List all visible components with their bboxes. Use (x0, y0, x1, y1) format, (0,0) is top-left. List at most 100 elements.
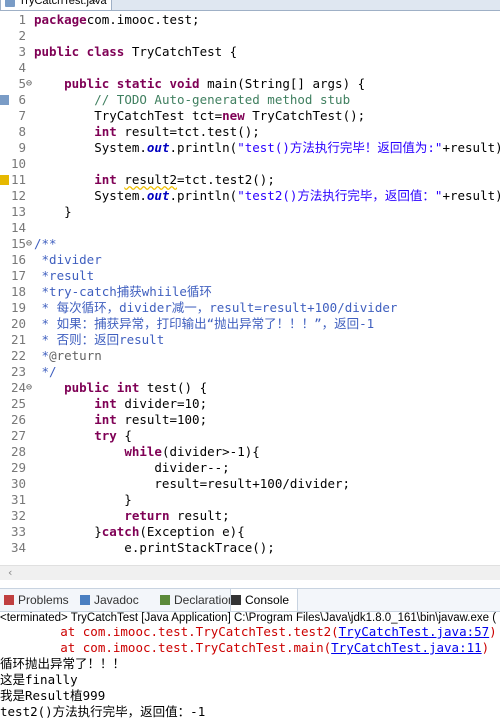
code-line[interactable]: 27 try { (0, 428, 500, 444)
code-line[interactable]: 7 TryCatchTest tct=new TryCatchTest(); (0, 108, 500, 124)
code-token: test() { (139, 380, 208, 395)
code-token: ) (489, 627, 497, 639)
console-line: at com.imooc.test.TryCatchTest.test2(Try… (0, 627, 497, 640)
scroll-left-arrow-icon[interactable]: ‹ (8, 566, 12, 580)
code-line[interactable]: 1 packagecom.imooc.test; (0, 12, 500, 28)
code-line[interactable]: 29 divider--; (0, 460, 500, 476)
code-line[interactable]: 19 * 每次循环，divider减一，result=result+100/di… (0, 300, 500, 316)
code-token: System. (34, 140, 147, 155)
code-token: try (94, 428, 117, 443)
tab-declaration[interactable]: Declaration (160, 589, 235, 611)
code-line[interactable]: 10 (0, 156, 500, 172)
code-text: } (34, 492, 132, 508)
line-number: 15 (10, 236, 26, 251)
code-line[interactable]: 18 *try-catch捕获whiile循环 (0, 284, 500, 300)
line-number: 13 (10, 204, 26, 219)
code-line[interactable]: 4 (0, 60, 500, 76)
line-number: 12 (10, 188, 26, 203)
line-number: 32 (10, 508, 26, 523)
code-line[interactable]: 26 int result=100; (0, 412, 500, 428)
line-number: 31 (10, 492, 26, 507)
code-line[interactable]: 17 *result (0, 268, 500, 284)
code-text: int result=tct.test(); (34, 124, 260, 140)
code-token: result; (169, 508, 230, 523)
line-number: 18 (10, 284, 26, 299)
tab-console[interactable]: Console (230, 589, 298, 611)
code-token: com.imooc.test; (86, 12, 200, 27)
code-line[interactable]: 25 int divider=10; (0, 396, 500, 412)
code-token: } (34, 524, 102, 539)
fold-toggle-icon[interactable]: ⊖ (26, 236, 32, 252)
line-number: 1 (18, 12, 26, 27)
code-line[interactable]: 20 * 如果：捕获异常，打印输出“抛出异常了！！！”，返回-1 (0, 316, 500, 332)
code-line[interactable]: 22 *@return (0, 348, 500, 364)
code-line[interactable]: 5 ⊖ public static void main(String[] args… (0, 76, 500, 92)
code-token: (Exception e){ (139, 524, 245, 539)
code-token: *divider (34, 252, 102, 267)
code-line[interactable]: 12 System.out.println("test2()方法执行完毕，返回值… (0, 188, 500, 204)
code-token: * 否则：返回result (34, 332, 165, 347)
code-line[interactable]: 21 * 否则：返回result (0, 332, 500, 348)
code-line[interactable]: 16 *divider (0, 252, 500, 268)
code-token: /** (34, 236, 57, 251)
close-icon[interactable]: ✕ (89, 0, 97, 6)
code-line[interactable]: 23 */ (0, 364, 500, 380)
fold-toggle-icon[interactable]: ⊖ (26, 76, 32, 92)
code-line[interactable]: 6 // TODO Auto-generated method stub (0, 92, 500, 108)
tab-problems[interactable]: Problems (4, 589, 76, 611)
code-token: * 如果：捕获异常，打印输出“抛出异常了！！！”，返回-1 (34, 316, 375, 331)
code-line[interactable]: 34 e.printStackTrace(); (0, 540, 500, 556)
code-line[interactable]: 32 return result; (0, 508, 500, 524)
source-link[interactable]: TryCatchTest.java:57 (339, 627, 490, 639)
code-text: *@return (34, 348, 102, 364)
code-line[interactable]: 28 while(divider>-1){ (0, 444, 500, 460)
code-line[interactable]: 13 } (0, 204, 500, 220)
code-token: e.printStackTrace(); (34, 540, 275, 555)
code-token: TryCatchTest tct= (34, 108, 223, 123)
code-line[interactable]: 24 ⊖ public int test() { (0, 380, 500, 396)
code-line[interactable]: 31 } (0, 492, 500, 508)
line-number: 21 (10, 332, 26, 347)
editor-tab[interactable]: TryCatchTest.java ✕ (0, 0, 112, 10)
horizontal-scrollbar[interactable]: ‹ (0, 565, 500, 580)
code-token: ) (481, 640, 490, 655)
code-text: */ (34, 364, 57, 380)
tab-javadoc[interactable]: Javadoc (80, 589, 156, 611)
line-number: 3 (18, 44, 26, 59)
code-line[interactable]: 8 int result=tct.test(); (0, 124, 500, 140)
code-text: System.out.println("test2()方法执行完毕，返回值："+… (34, 188, 500, 204)
fold-toggle-icon[interactable]: ⊖ (26, 380, 32, 396)
code-line[interactable]: 9 System.out.println("test()方法执行完毕！返回值为:… (0, 140, 500, 156)
code-text: } (34, 204, 72, 220)
code-text: /** (34, 236, 57, 252)
line-number: 16 (10, 252, 26, 267)
problems-icon (4, 595, 14, 605)
line-number: 25 (10, 396, 26, 411)
code-text: public int test() { (34, 380, 207, 396)
code-token: divider=10; (116, 396, 208, 411)
code-editor[interactable]: 1 packagecom.imooc.test; 2 3 public class Tr… (0, 10, 500, 575)
code-line[interactable]: 2 (0, 28, 500, 44)
code-text: * 每次循环，divider减一，result=result+100/divid… (34, 300, 398, 316)
source-link[interactable]: TryCatchTest.java:11 (331, 640, 482, 655)
code-text: int divider=10; (34, 396, 207, 412)
code-text: * 否则：返回result (34, 332, 165, 348)
code-token: */ (34, 364, 57, 379)
code-token: * (34, 348, 50, 363)
code-line[interactable]: 15 ⊖/** (0, 236, 500, 252)
java-file-icon (5, 0, 15, 7)
code-line[interactable]: 3 public class TryCatchTest { (0, 44, 500, 60)
code-text: int result2=tct.test2(); (34, 172, 275, 188)
code-line[interactable]: 30 result=result+100/divider; (0, 476, 500, 492)
console-line: 循环抛出异常了！！！ (0, 656, 125, 672)
code-token: out (146, 140, 170, 155)
code-line[interactable]: 14 (0, 220, 500, 236)
code-token: "test()方法执行完毕！返回值为:" (237, 140, 443, 155)
code-line[interactable]: 11 int result2=tct.test2(); (0, 172, 500, 188)
console-output[interactable]: at com.imooc.test.TryCatchTest.test2(Try… (0, 627, 500, 722)
code-line[interactable]: 33 }catch(Exception e){ (0, 524, 500, 540)
line-number: 27 (10, 428, 26, 443)
